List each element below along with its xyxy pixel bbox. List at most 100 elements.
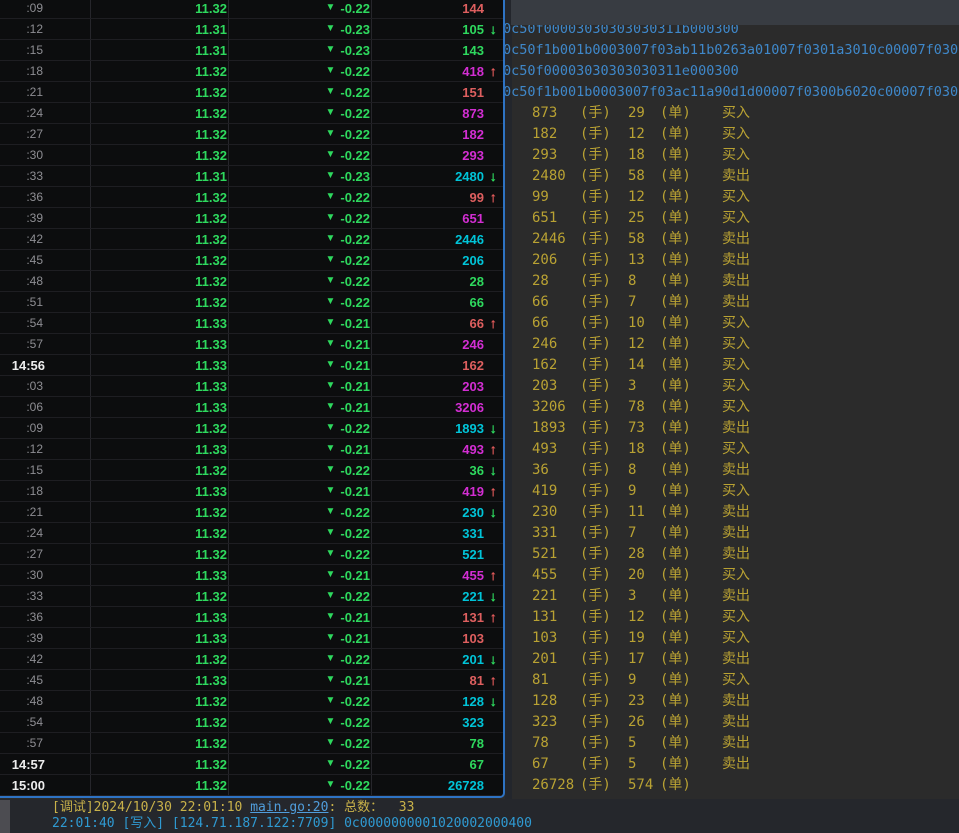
trade-direction: 卖出: [722, 250, 959, 271]
tick-row[interactable]: :09 11.32 ▼ -0.22 1893: [0, 418, 503, 439]
hands-unit-label: (手): [580, 649, 628, 670]
trade-order-count: 7: [628, 292, 660, 313]
down-triangle-icon: ▼: [325, 255, 335, 265]
volume-cell: 182: [371, 127, 503, 142]
tick-row[interactable]: :36 11.33 ▼ -0.21 131: [0, 607, 503, 628]
trade-direction: 买入: [722, 208, 959, 229]
hands-unit-label: (手): [580, 397, 628, 418]
down-triangle-icon: ▼: [325, 402, 335, 412]
trade-row: 651 (手) 25 (单) 买入: [512, 208, 959, 229]
tick-row[interactable]: :12 11.33 ▼ -0.21 493: [0, 439, 503, 460]
trade-order-count: 574: [628, 775, 660, 796]
tick-row[interactable]: :45 11.32 ▼ -0.22 206: [0, 250, 503, 271]
volume-cell: 331: [371, 526, 503, 541]
tick-row[interactable]: :54 11.33 ▼ -0.21 66: [0, 313, 503, 334]
change-value: -0.22: [340, 85, 370, 100]
tick-row[interactable]: :36 11.32 ▼ -0.22 99: [0, 187, 503, 208]
trade-row: 331 (手) 7 (单) 卖出: [512, 523, 959, 544]
price-cell: 11.33: [90, 358, 228, 373]
trade-volume: 873: [532, 103, 580, 124]
time-cell: :09: [0, 421, 90, 435]
tick-row[interactable]: :24 11.32 ▼ -0.22 873: [0, 103, 503, 124]
tick-row[interactable]: :03 11.33 ▼ -0.21 203: [0, 376, 503, 397]
tick-row[interactable]: :24 11.32 ▼ -0.22 331: [0, 523, 503, 544]
trade-order-count: 12: [628, 124, 660, 145]
trade-order-count: 58: [628, 229, 660, 250]
volume-cell: 67: [371, 757, 503, 772]
time-cell: :39: [0, 211, 90, 225]
change-cell: ▼ -0.23: [228, 43, 371, 58]
log-debug-line: [调试]2024/10/30 22:01:10 main.go:20: 总数： …: [52, 800, 414, 816]
hands-unit-label: (手): [580, 103, 628, 124]
price-cell: 11.33: [90, 673, 228, 688]
tick-row[interactable]: :27 11.32 ▼ -0.22 182: [0, 124, 503, 145]
panel-scrollbar[interactable]: [505, 0, 512, 799]
tick-row[interactable]: :48 11.32 ▼ -0.22 28: [0, 271, 503, 292]
tick-row[interactable]: :51 11.32 ▼ -0.22 66: [0, 292, 503, 313]
trade-row: 131 (手) 12 (单) 买入: [512, 607, 959, 628]
tick-row[interactable]: :15 11.32 ▼ -0.22 36: [0, 460, 503, 481]
tick-row[interactable]: :39 11.32 ▼ -0.22 651: [0, 208, 503, 229]
orders-unit-label: (单): [660, 607, 722, 628]
down-triangle-icon: ▼: [325, 591, 335, 601]
down-triangle-icon: ▼: [325, 318, 335, 328]
volume-value: 99: [371, 190, 485, 205]
change-cell: ▼ -0.22: [228, 526, 371, 541]
down-triangle-icon: ▼: [325, 87, 335, 97]
tick-row[interactable]: :21 11.32 ▼ -0.22 230: [0, 502, 503, 523]
tick-row[interactable]: :09 11.32 ▼ -0.22 144: [0, 0, 503, 19]
tick-row[interactable]: :30 11.32 ▼ -0.22 293: [0, 145, 503, 166]
trend-arrow-icon: [485, 21, 501, 37]
trend-arrow-icon: [485, 441, 501, 457]
tick-row[interactable]: :39 11.33 ▼ -0.21 103: [0, 628, 503, 649]
tick-row[interactable]: :42 11.32 ▼ -0.22 2446: [0, 229, 503, 250]
tick-row[interactable]: :15 11.31 ▼ -0.23 143: [0, 40, 503, 61]
tick-row[interactable]: 15:00 11.32 ▼ -0.22 26728: [0, 775, 503, 796]
tick-row[interactable]: :33 11.32 ▼ -0.22 221: [0, 586, 503, 607]
price-cell: 11.33: [90, 442, 228, 457]
volume-cell: 26728: [371, 778, 503, 793]
trade-volume: 323: [532, 712, 580, 733]
tick-row[interactable]: :27 11.32 ▼ -0.22 521: [0, 544, 503, 565]
tick-row[interactable]: :12 11.31 ▼ -0.23 105: [0, 19, 503, 40]
price-cell: 11.32: [90, 85, 228, 100]
orders-unit-label: (单): [660, 313, 722, 334]
down-triangle-icon: ▼: [325, 759, 335, 769]
orders-unit-label: (单): [660, 229, 722, 250]
tick-row[interactable]: :33 11.31 ▼ -0.23 2480: [0, 166, 503, 187]
tick-row[interactable]: 14:56 11.33 ▼ -0.21 162: [0, 355, 503, 376]
change-cell: ▼ -0.23: [228, 169, 371, 184]
volume-cell: 419: [371, 483, 503, 499]
tick-row[interactable]: :21 11.32 ▼ -0.22 151: [0, 82, 503, 103]
tick-row[interactable]: 14:57 11.32 ▼ -0.22 67: [0, 754, 503, 775]
time-cell: :27: [0, 127, 90, 141]
price-cell: 11.33: [90, 631, 228, 646]
orders-unit-label: (单): [660, 502, 722, 523]
tick-row[interactable]: :54 11.32 ▼ -0.22 323: [0, 712, 503, 733]
tick-row[interactable]: :48 11.32 ▼ -0.22 128: [0, 691, 503, 712]
tick-row[interactable]: :45 11.33 ▼ -0.21 81: [0, 670, 503, 691]
tick-row[interactable]: :42 11.32 ▼ -0.22 201: [0, 649, 503, 670]
tick-row[interactable]: :18 11.33 ▼ -0.21 419: [0, 481, 503, 502]
hands-unit-label: (手): [580, 250, 628, 271]
log-source-link[interactable]: main.go:20: [250, 800, 328, 815]
trade-order-count: 12: [628, 334, 660, 355]
time-cell: :21: [0, 85, 90, 99]
time-cell: :18: [0, 484, 90, 498]
change-cell: ▼ -0.22: [228, 1, 371, 16]
tick-row[interactable]: :57 11.33 ▼ -0.21 246: [0, 334, 503, 355]
tick-row[interactable]: :57 11.32 ▼ -0.22 78: [0, 733, 503, 754]
trade-row: 26728 (手) 574 (单): [512, 775, 959, 796]
down-triangle-icon: ▼: [325, 465, 335, 475]
hands-unit-label: (手): [580, 691, 628, 712]
volume-cell: 230: [371, 504, 503, 520]
time-cell: :03: [0, 379, 90, 393]
volume-value: 28: [371, 274, 485, 289]
tick-row[interactable]: :18 11.32 ▼ -0.22 418: [0, 61, 503, 82]
trend-arrow-icon: [485, 651, 501, 667]
volume-cell: 78: [371, 736, 503, 751]
tick-row[interactable]: :06 11.33 ▼ -0.21 3206: [0, 397, 503, 418]
tick-row[interactable]: :30 11.33 ▼ -0.21 455: [0, 565, 503, 586]
price-cell: 11.32: [90, 589, 228, 604]
log-write-line: 22:01:40 [写入] [124.71.187.122:7709] 0c00…: [52, 816, 532, 832]
